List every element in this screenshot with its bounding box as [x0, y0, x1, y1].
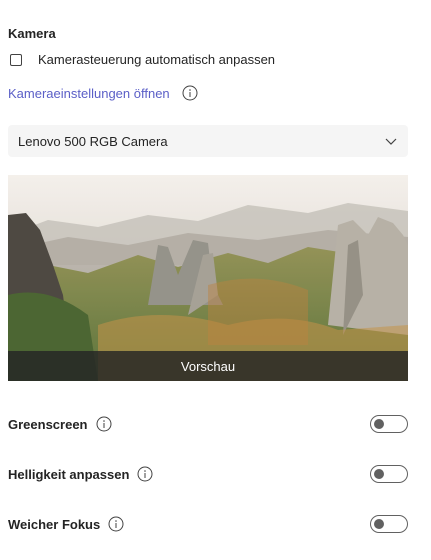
soft-focus-row: Weicher Fokus — [8, 515, 408, 533]
auto-adjust-camera-checkbox[interactable] — [10, 53, 22, 66]
camera-select-value: Lenovo 500 RGB Camera — [18, 133, 168, 149]
preview-label: Vorschau — [8, 351, 408, 381]
toggle-knob — [374, 469, 384, 479]
info-icon[interactable] — [182, 85, 198, 101]
soft-focus-label: Weicher Fokus — [8, 516, 101, 532]
soft-focus-toggle[interactable] — [370, 515, 408, 533]
greenscreen-label: Greenscreen — [8, 416, 88, 432]
open-camera-settings-link[interactable]: Kameraeinstellungen öffnen — [8, 86, 170, 101]
auto-adjust-camera-label[interactable]: Kamerasteuerung automatisch anpassen — [38, 52, 275, 67]
info-icon[interactable] — [137, 466, 153, 482]
info-icon[interactable] — [96, 416, 112, 432]
camera-settings-row: Kameraeinstellungen öffnen — [8, 85, 198, 101]
chevron-down-icon — [384, 134, 398, 148]
camera-preview: Vorschau — [8, 175, 408, 381]
camera-select[interactable]: Lenovo 500 RGB Camera — [8, 125, 408, 157]
toggle-knob — [374, 519, 384, 529]
greenscreen-row: Greenscreen — [8, 415, 408, 433]
adjust-brightness-row: Helligkeit anpassen — [8, 465, 408, 483]
greenscreen-toggle[interactable] — [370, 415, 408, 433]
adjust-brightness-toggle[interactable] — [370, 465, 408, 483]
camera-section-title: Kamera — [8, 26, 56, 41]
toggle-knob — [374, 419, 384, 429]
adjust-brightness-label: Helligkeit anpassen — [8, 466, 130, 482]
info-icon[interactable] — [108, 516, 124, 532]
auto-adjust-camera-row[interactable]: Kamerasteuerung automatisch anpassen — [10, 52, 275, 67]
